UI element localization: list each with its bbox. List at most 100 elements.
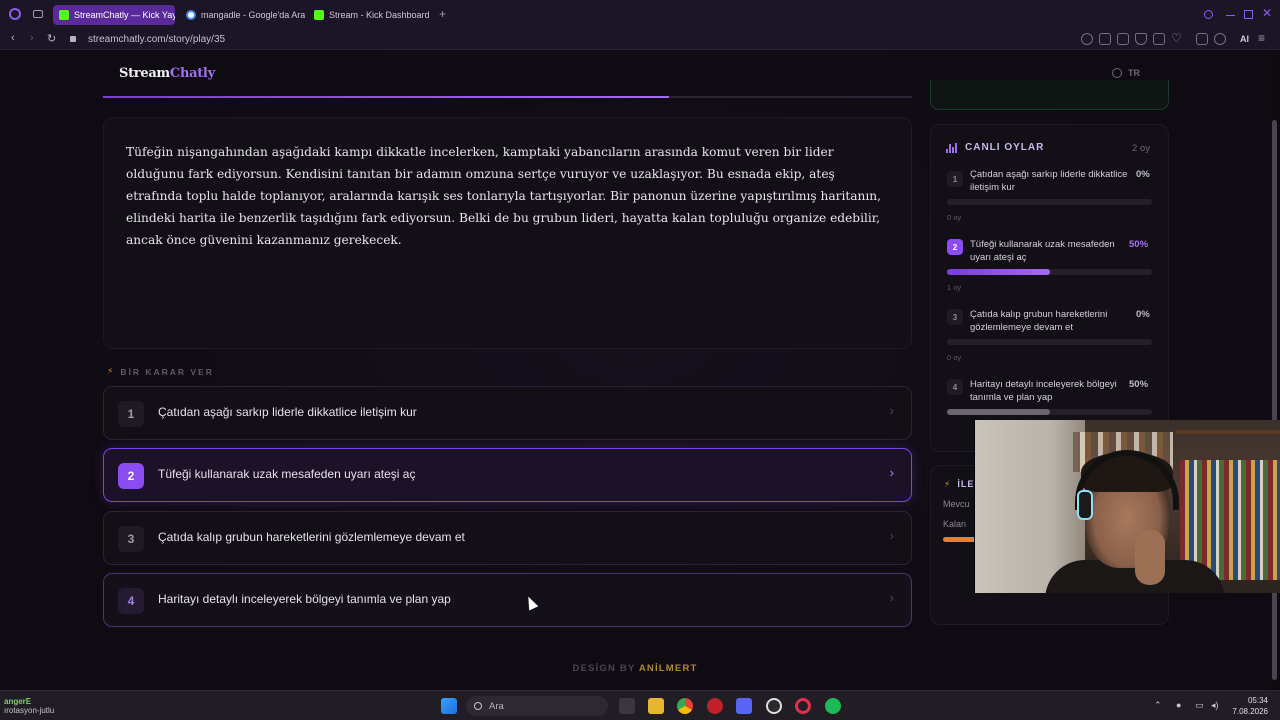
tab-label: Stream - Kick Dashboard	[329, 10, 430, 20]
next-current-label: Mevcu	[943, 499, 970, 509]
microphone-icon[interactable]: ●	[1176, 700, 1181, 710]
page-content: StreamChatly TR Tüfeğin nişangahından aş…	[0, 50, 1270, 690]
clock-time: 05:34	[1247, 696, 1268, 705]
webcam-overlay	[974, 420, 1280, 593]
scrollbar-thumb[interactable]	[1272, 120, 1277, 680]
zoom-icon[interactable]	[1081, 33, 1093, 45]
vote-percent: 0%	[1136, 169, 1150, 180]
task-view-icon[interactable]	[619, 698, 635, 714]
webcam-shelf	[1175, 430, 1280, 434]
tab-label: StreamChatly — Kick Yayın	[74, 10, 175, 20]
taskbar-user: angerE	[4, 697, 32, 706]
profile-icon[interactable]	[1214, 33, 1226, 45]
vote-text: Çatıdan aşağı sarkıp liderle dikkatlice …	[970, 169, 1128, 193]
globe-icon	[1112, 68, 1122, 78]
spotify-icon[interactable]	[825, 698, 841, 714]
chrome-icon[interactable]	[677, 698, 693, 714]
screenshot-icon[interactable]	[1117, 33, 1129, 45]
ai-button[interactable]: AI	[1240, 34, 1249, 44]
windows-start-icon[interactable]	[441, 698, 457, 714]
vote-percent: 50%	[1129, 379, 1149, 390]
footer-author-link[interactable]: ANİLMERT	[639, 663, 698, 674]
extensions-icon[interactable]	[1196, 33, 1208, 45]
clock-date: 7.08.2026	[1232, 707, 1268, 716]
choice-option-3[interactable]: 3 Çatıda kalıp grubun hareketlerini gözl…	[103, 511, 912, 565]
back-icon[interactable]: ‹	[11, 32, 15, 44]
choice-text: Haritayı detaylı inceleyerek bölgeyi tan…	[158, 592, 451, 606]
language-switcher[interactable]: TR	[1112, 68, 1140, 78]
taskbar-search[interactable]: Ara	[466, 696, 608, 716]
tab-label: mangadle - Google'da Ara	[201, 10, 305, 20]
total-votes: 2 oy	[1132, 143, 1150, 154]
choice-option-4[interactable]: 4 Haritayı detaylı inceleyerek bölgeyi t…	[103, 573, 912, 627]
bar-chart-icon	[946, 142, 957, 153]
tray-chevron-icon[interactable]: ⌃	[1154, 700, 1162, 711]
choice-text: Çatıda kalıp grubun hareketlerini gözlem…	[158, 530, 465, 544]
pin-icon[interactable]	[1099, 33, 1111, 45]
taskbar-search-placeholder: Ara	[489, 700, 504, 712]
next-remaining-label: Kalan	[943, 519, 967, 529]
taskbar-status-text: ırotasyon-jutlu	[4, 706, 55, 715]
vote-percent: 50%	[1129, 239, 1149, 250]
language-label: TR	[1128, 68, 1140, 78]
choice-number: 2	[118, 463, 144, 489]
live-votes-title: CANLI OYLAR	[965, 142, 1045, 153]
search-tabs-icon[interactable]	[1204, 10, 1213, 19]
vote-count: 1 oy	[947, 283, 962, 292]
reload-icon[interactable]: ↻	[47, 32, 56, 45]
volume-icon[interactable]: ◂)	[1211, 700, 1219, 711]
site-logo[interactable]: StreamChatly	[119, 66, 215, 81]
obs-icon[interactable]	[766, 698, 782, 714]
new-tab-button[interactable]: +	[439, 7, 446, 21]
next-info-heading: ⚡ İLE	[944, 479, 974, 490]
chevron-right-icon: ›	[889, 528, 894, 543]
lock-icon	[70, 36, 76, 42]
tab-google-search[interactable]: mangadle - Google'da Ara	[180, 5, 305, 25]
menu-icon[interactable]: ≡	[1258, 31, 1265, 45]
vote-number: 1	[947, 171, 963, 187]
minimize-icon[interactable]	[1226, 15, 1235, 16]
vote-bar-track	[947, 199, 1152, 205]
story-progress-fill	[103, 96, 669, 98]
choice-text: Çatıdan aşağı sarkıp liderle dikkatlice …	[158, 405, 417, 419]
discord-icon[interactable]	[736, 698, 752, 714]
heart-icon[interactable]: ♡	[1171, 31, 1182, 45]
vote-count: 0 oy	[947, 353, 962, 362]
story-card: Tüfeğin nişangahından aşağıdaki kampı di…	[103, 117, 912, 349]
forward-icon[interactable]: ›	[30, 32, 34, 44]
app-red-icon[interactable]	[707, 698, 723, 714]
shield-icon[interactable]	[1135, 33, 1147, 45]
bolt-icon: ⚡	[107, 366, 114, 376]
snapshot-icon[interactable]	[1153, 33, 1165, 45]
logo-stream: Stream	[119, 66, 170, 81]
tab-streamchatly[interactable]: StreamChatly — Kick Yayın	[53, 5, 175, 25]
url-field[interactable]: streamchatly.com/story/play/35	[88, 34, 225, 45]
next-info-title: İLE	[957, 479, 975, 489]
google-favicon-icon	[186, 10, 196, 20]
choice-option-2[interactable]: 2 Tüfeği kullanarak uzak mesafeden uyarı…	[103, 448, 912, 502]
close-icon[interactable]: ✕	[1262, 6, 1272, 20]
taskbar-clock[interactable]: 05:34 7.08.2026	[1226, 695, 1268, 717]
browser-menu-icon[interactable]	[9, 8, 21, 20]
choice-number: 4	[118, 588, 144, 614]
choice-option-1[interactable]: 1 Çatıdan aşağı sarkıp liderle dikkatlic…	[103, 386, 912, 440]
chevron-right-icon: ›	[889, 465, 894, 480]
decide-label-text: BİR KARAR VER	[120, 366, 214, 377]
webcam-person-hand	[1135, 530, 1165, 585]
vote-text: Haritayı detaylı inceleyerek bölgeyi tan…	[970, 379, 1117, 403]
vote-number: 4	[947, 379, 963, 395]
vote-number: 3	[947, 309, 963, 325]
chevron-right-icon: ›	[889, 590, 894, 605]
decide-heading: ⚡ BİR KARAR VER	[107, 366, 214, 377]
bolt-icon: ⚡	[944, 479, 952, 489]
headset-earcup	[1077, 490, 1093, 520]
vote-percent: 0%	[1136, 309, 1150, 320]
maximize-icon[interactable]	[1244, 10, 1253, 19]
workspaces-icon[interactable]	[33, 10, 43, 18]
logo-chatly: Chatly	[169, 66, 215, 81]
opera-gx-icon[interactable]	[795, 698, 811, 714]
tab-kick-dashboard[interactable]: Stream - Kick Dashboard	[308, 5, 433, 25]
network-icon[interactable]: ▭	[1195, 700, 1204, 711]
address-bar: ‹ › ↻ streamchatly.com/story/play/35 ♡ A…	[0, 30, 1280, 50]
file-explorer-icon[interactable]	[648, 698, 664, 714]
